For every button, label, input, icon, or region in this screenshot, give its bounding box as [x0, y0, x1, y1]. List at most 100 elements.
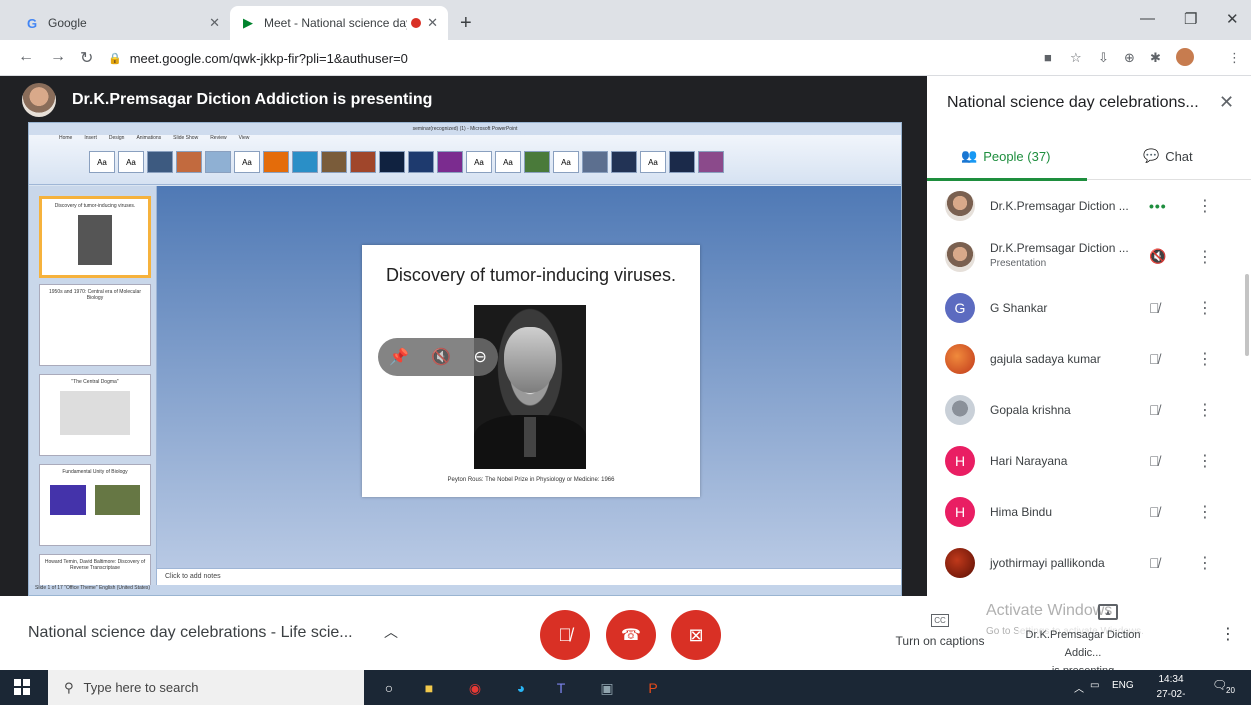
- theme-swatch: Aa: [553, 151, 579, 173]
- mute-participant-icon[interactable]: 🔇: [431, 347, 451, 367]
- theme-swatch: [669, 151, 695, 173]
- captions-icon: CC: [931, 614, 949, 627]
- activate-windows-watermark: Activate Windows: [986, 602, 1113, 619]
- windows-start-icon[interactable]: [14, 679, 30, 695]
- camera-icon[interactable]: ■: [1044, 50, 1052, 65]
- list-item[interactable]: jyothirmayi pallikonda 🎙̸ ⋮: [927, 537, 1251, 588]
- portrait-face: [504, 327, 556, 393]
- remove-icon[interactable]: ⊖: [473, 347, 486, 367]
- window-close-button[interactable]: ✕: [1226, 10, 1239, 28]
- meeting-title[interactable]: National science day celebrations - Life…: [28, 624, 353, 642]
- more-options-icon[interactable]: ⋮: [1197, 196, 1213, 216]
- tab-chat[interactable]: 💬 Chat: [1143, 148, 1193, 164]
- powerpoint-icon[interactable]: P: [644, 679, 662, 697]
- language-indicator[interactable]: ENG: [1112, 680, 1134, 691]
- people-panel: National science day celebrations... ✕ 👥…: [927, 76, 1251, 596]
- tray-chevron-icon[interactable]: ︿: [1074, 680, 1084, 695]
- new-tab-button[interactable]: +: [460, 12, 472, 35]
- ribbon-tab: Review: [210, 135, 227, 141]
- thumbnail-text: 1950s and 1970: Central era of Molecular…: [48, 289, 141, 301]
- people-icon: 👥: [961, 148, 978, 163]
- more-options-icon[interactable]: ⋮: [1197, 502, 1213, 522]
- profile-avatar[interactable]: [1176, 48, 1194, 66]
- reload-icon[interactable]: ↻: [80, 48, 93, 68]
- restore-button[interactable]: ❐: [1184, 10, 1197, 28]
- slide-thumbnail[interactable]: "The Central Dogma": [39, 374, 151, 456]
- close-panel-button[interactable]: ✕: [1219, 92, 1234, 113]
- battery-icon[interactable]: ▭: [1090, 680, 1099, 691]
- more-options-icon[interactable]: ⋮: [1197, 298, 1213, 318]
- avatar: [945, 241, 975, 272]
- puzzle-icon[interactable]: ✱: [1150, 50, 1161, 66]
- extension-icon[interactable]: ⊕: [1124, 50, 1135, 66]
- browser-tab-strip: G Google ✕ ▶ Meet - National science day…: [0, 0, 1251, 40]
- minimize-button[interactable]: —: [1140, 10, 1155, 27]
- download-icon[interactable]: ⇩: [1098, 50, 1109, 66]
- clock-date: 27-02-2021: [1156, 689, 1186, 715]
- mic-toggle-button[interactable]: 🎙̸: [540, 610, 590, 660]
- back-icon[interactable]: ←: [18, 48, 34, 66]
- chevron-up-icon[interactable]: ︿: [384, 622, 398, 642]
- slide-thumbnail[interactable]: Discovery of tumor-inducing viruses.: [39, 196, 151, 278]
- participant-name: gajula sadaya kumar: [990, 351, 1101, 366]
- list-item[interactable]: Gopala krishna 🎙̸ ⋮: [927, 384, 1251, 435]
- camera-off-icon: ⊠: [688, 624, 704, 645]
- participant-name: G Shankar: [990, 300, 1048, 315]
- captions-button[interactable]: CC Turn on captions: [890, 610, 990, 648]
- file-explorer-icon[interactable]: ■: [420, 679, 438, 697]
- participant-subtitle: Presentation: [990, 258, 1047, 269]
- slide-thumbnail[interactable]: Fundamental Unity of Biology: [39, 464, 151, 546]
- list-item[interactable]: H Hari Narayana 🎙̸ ⋮: [927, 435, 1251, 486]
- tab-meet[interactable]: ▶ Meet - National science day ✕: [230, 6, 448, 40]
- search-icon: ⚲: [64, 679, 74, 695]
- chrome-icon[interactable]: ◉: [466, 679, 484, 697]
- notification-icon[interactable]: 🗨: [1212, 678, 1227, 692]
- participant-name: jyothirmayi pallikonda: [990, 555, 1105, 570]
- more-options-icon[interactable]: ⋮: [1197, 451, 1213, 471]
- taskbar-clock[interactable]: 14:34 27-02-2021: [1146, 672, 1196, 717]
- tab-people[interactable]: 👥 People (37): [961, 148, 1050, 164]
- avatar: H: [945, 496, 975, 527]
- task-view-icon[interactable]: ○: [380, 679, 398, 697]
- list-item[interactable]: Dr.K.Premsagar Diction ... Presentation …: [927, 231, 1251, 282]
- panel-scrollbar[interactable]: [1245, 274, 1249, 356]
- camera-toggle-button[interactable]: ⊠: [671, 610, 721, 660]
- taskbar-search-input[interactable]: ⚲ Type here to search: [48, 670, 364, 705]
- tab-google[interactable]: G Google ✕: [14, 6, 230, 40]
- lock-icon: 🔒: [108, 52, 122, 65]
- more-options-icon[interactable]: ⋮: [1220, 624, 1236, 644]
- more-options-icon[interactable]: ⋮: [1197, 400, 1213, 420]
- url-field[interactable]: 🔒 meet.google.com/qwk-jkkp-fir?pli=1&aut…: [108, 44, 1028, 72]
- theme-swatch: [379, 151, 405, 173]
- list-item[interactable]: H Hima Bindu 🎙̸ ⋮: [927, 486, 1251, 537]
- list-item[interactable]: gajula sadaya kumar 🎙̸ ⋮: [927, 333, 1251, 384]
- more-options-icon[interactable]: ⋮: [1197, 553, 1213, 573]
- slide-thumbnail[interactable]: 1950s and 1970: Central era of Molecular…: [39, 284, 151, 366]
- list-item[interactable]: G G Shankar 🎙̸ ⋮: [927, 282, 1251, 333]
- pin-icon[interactable]: 📌: [389, 347, 409, 367]
- thumbnail-text: Discovery of tumor-inducing viruses.: [54, 203, 136, 209]
- more-options-icon[interactable]: ⋮: [1197, 247, 1213, 267]
- close-icon[interactable]: ✕: [427, 15, 438, 31]
- app-icon[interactable]: ▣: [598, 679, 616, 697]
- bookmark-star-icon[interactable]: ☆: [1070, 50, 1082, 66]
- close-icon[interactable]: ✕: [209, 15, 220, 31]
- more-options-icon[interactable]: ⋮: [1197, 349, 1213, 369]
- ribbon-tab: Insert: [84, 135, 97, 141]
- forward-icon[interactable]: →: [50, 48, 66, 66]
- participant-name: Gopala krishna: [990, 402, 1071, 417]
- slide-thumbnail[interactable]: Howard Temin, David Baltimore: Discovery…: [39, 554, 151, 586]
- slide-thumbnail-panel: Discovery of tumor-inducing viruses. 195…: [29, 186, 157, 586]
- list-item[interactable]: Dr.K.Premsagar Diction ... ••• ⋮: [927, 180, 1251, 231]
- edge-icon[interactable]: ◕: [512, 679, 530, 697]
- menu-icon[interactable]: ⋮: [1228, 50, 1241, 66]
- thumbnail-text: Howard Temin, David Baltimore: Discovery…: [44, 559, 146, 571]
- theme-swatch: Aa: [495, 151, 521, 173]
- panel-tabs: 👥 People (37) 💬 Chat: [927, 136, 1251, 181]
- notes-area[interactable]: Click to add notes: [157, 568, 901, 586]
- chat-icon: 💬: [1143, 148, 1160, 163]
- teams-icon[interactable]: T: [552, 679, 570, 697]
- present-screen-icon[interactable]: ▴: [1098, 604, 1118, 620]
- leave-call-button[interactable]: ☎: [606, 610, 656, 660]
- thumbnail-text: "The Central Dogma": [71, 379, 119, 385]
